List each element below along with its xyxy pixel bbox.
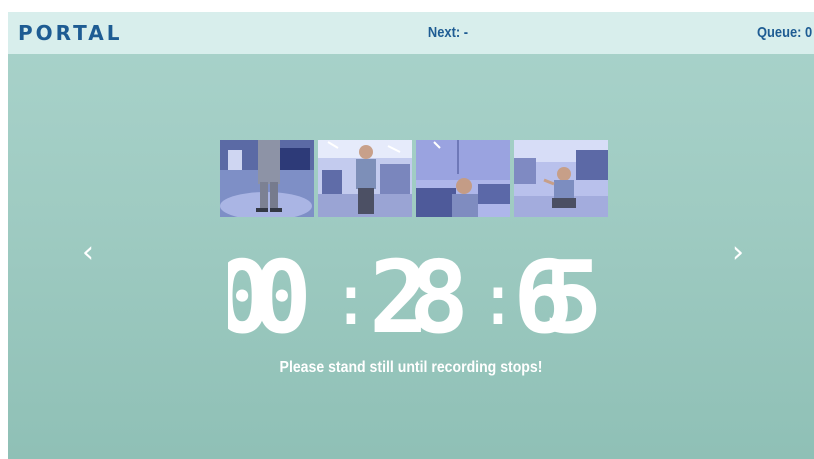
timer-separator-1: :	[330, 259, 372, 341]
chevron-left-icon: ‹	[82, 235, 94, 270]
camera-feed-2-image	[318, 140, 412, 217]
recording-timer: 00 : 28 : 65	[228, 252, 598, 342]
camera-thumbnail-1[interactable]	[220, 140, 314, 217]
queue-counter: Queue: 0	[756, 24, 812, 41]
next-indicator: Next: -	[427, 24, 469, 41]
timer-seconds: 28	[369, 252, 469, 342]
camera-feed-1-image	[220, 140, 314, 217]
camera-thumbnail-4[interactable]	[514, 140, 608, 217]
timer-hundredths: 65	[513, 252, 598, 342]
top-bar: PORTAL Next: - Queue: 0	[8, 12, 814, 54]
camera-thumbnail-strip	[220, 140, 608, 217]
camera-feed-3-image	[416, 140, 510, 217]
instruction-message: Please stand still until recording stops…	[279, 359, 543, 376]
camera-feed-4-image	[514, 140, 608, 217]
next-view-button[interactable]: ›	[726, 238, 750, 268]
chevron-right-icon: ›	[732, 235, 744, 270]
timer-minutes: 00	[228, 252, 312, 342]
recording-screen: PORTAL Next: - Queue: 0 ‹ › 00: 28: 65…	[8, 12, 814, 459]
previous-view-button[interactable]: ‹	[76, 238, 100, 268]
portal-logo: PORTAL	[18, 21, 123, 45]
camera-thumbnail-2[interactable]	[318, 140, 412, 217]
camera-thumbnail-3[interactable]	[416, 140, 510, 217]
